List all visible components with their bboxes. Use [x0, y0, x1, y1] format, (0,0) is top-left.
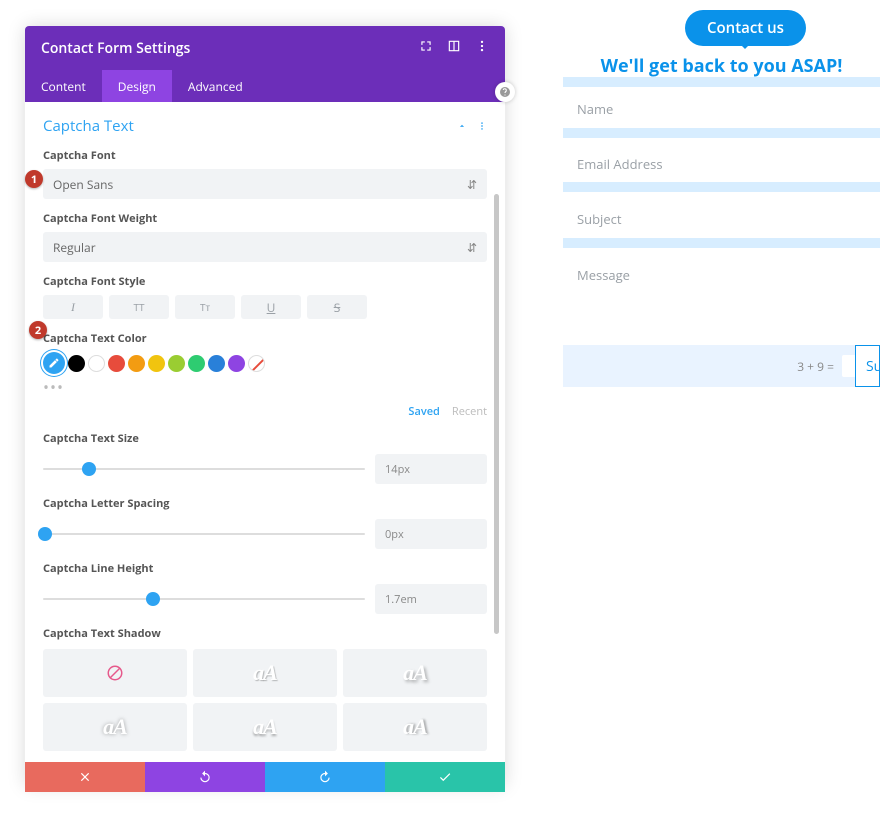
swatch-transparent[interactable] [248, 355, 265, 372]
swatch-black[interactable] [68, 355, 85, 372]
save-button[interactable] [385, 762, 505, 792]
layout-icon[interactable] [447, 39, 461, 57]
saved-colors-tab[interactable]: Saved [408, 404, 440, 419]
captcha-weight-select[interactable]: Regular⇵ [43, 232, 487, 262]
style-uppercase-button[interactable]: TT [109, 295, 169, 319]
field-bar [563, 238, 880, 248]
headline-text: We'll get back to you ASAP! [563, 54, 880, 78]
shadow-preset-2[interactable]: aA [343, 649, 487, 697]
shadow-preset-4[interactable]: aA [193, 703, 337, 751]
section-captcha-text[interactable]: Captcha Text [43, 116, 487, 136]
color-swatch-row [43, 352, 487, 374]
swatch-blue[interactable] [208, 355, 225, 372]
subject-field-placeholder[interactable]: Subject [577, 210, 880, 228]
shadow-label: Captcha Text Shadow [43, 626, 487, 641]
panel-title: Contact Form Settings [41, 39, 190, 58]
redo-button[interactable] [265, 762, 385, 792]
chevron-up-icon[interactable] [457, 116, 467, 136]
message-field-placeholder[interactable]: Message [577, 266, 880, 284]
field-bar [563, 182, 880, 192]
recent-colors-tab[interactable]: Recent [452, 404, 487, 419]
name-field-placeholder[interactable]: Name [577, 100, 880, 118]
undo-button[interactable] [145, 762, 265, 792]
more-icon[interactable] [475, 39, 489, 57]
lineheight-value[interactable]: 1.7em [375, 584, 487, 614]
swatch-lightgreen[interactable] [168, 355, 185, 372]
cancel-button[interactable] [25, 762, 145, 792]
callout-1: 1 [25, 170, 43, 188]
swatch-purple[interactable] [228, 355, 245, 372]
more-icon[interactable] [477, 116, 487, 136]
style-label: Captcha Font Style [43, 274, 487, 289]
color-picker-swatch[interactable] [43, 352, 65, 374]
callout-2: 2 [29, 321, 47, 339]
shadow-preset-5[interactable]: aA [343, 703, 487, 751]
shadow-preset-3[interactable]: aA [43, 703, 187, 751]
swatch-yellow[interactable] [148, 355, 165, 372]
more-colors-icon[interactable]: ••• [43, 376, 487, 398]
shadow-none-button[interactable] [43, 649, 187, 697]
color-label: Captcha Text Color [43, 331, 487, 346]
expand-icon[interactable] [419, 39, 433, 57]
tab-content[interactable]: Content [25, 70, 102, 102]
textsize-value[interactable]: 14px [375, 454, 487, 484]
action-bar [25, 762, 505, 792]
chevron-updown-icon: ⇵ [467, 239, 477, 256]
lineheight-label: Captcha Line Height [43, 561, 487, 576]
style-underline-button[interactable]: U [241, 295, 301, 319]
field-bar [563, 128, 880, 138]
weight-label: Captcha Font Weight [43, 211, 487, 226]
captcha-display[interactable]: 3 + 9 = [563, 345, 880, 387]
letterspacing-label: Captcha Letter Spacing [43, 496, 487, 511]
font-label: Captcha Font [43, 148, 487, 163]
textsize-label: Captcha Text Size [43, 431, 487, 446]
style-smallcaps-button[interactable]: Tᴛ [175, 295, 235, 319]
tab-design[interactable]: Design [102, 70, 172, 102]
lineheight-slider[interactable] [43, 598, 365, 600]
textsize-slider[interactable] [43, 468, 365, 470]
chevron-updown-icon: ⇵ [467, 176, 477, 193]
help-icon[interactable] [495, 82, 515, 102]
settings-panel: Contact Form Settings Content Design Adv… [25, 26, 505, 786]
submit-button-partial[interactable]: Su [855, 345, 880, 387]
contact-us-bubble: Contact us [685, 10, 806, 46]
tab-advanced[interactable]: Advanced [172, 70, 259, 102]
style-italic-button[interactable]: I [43, 295, 103, 319]
scrollbar-thumb[interactable] [494, 194, 499, 634]
swatch-red[interactable] [108, 355, 125, 372]
letterspacing-value[interactable]: 0px [375, 519, 487, 549]
style-strikethrough-button[interactable]: S [307, 295, 367, 319]
panel-header: Contact Form Settings [25, 26, 505, 70]
captcha-font-select[interactable]: Open Sans⇵ [43, 169, 487, 199]
swatch-white[interactable] [88, 355, 105, 372]
swatch-green[interactable] [188, 355, 205, 372]
email-field-placeholder[interactable]: Email Address [577, 155, 880, 173]
stripe-decor [563, 77, 880, 87]
letterspacing-slider[interactable] [43, 533, 365, 535]
swatch-orange[interactable] [128, 355, 145, 372]
shadow-preset-1[interactable]: aA [193, 649, 337, 697]
tab-bar: Content Design Advanced [25, 70, 505, 102]
